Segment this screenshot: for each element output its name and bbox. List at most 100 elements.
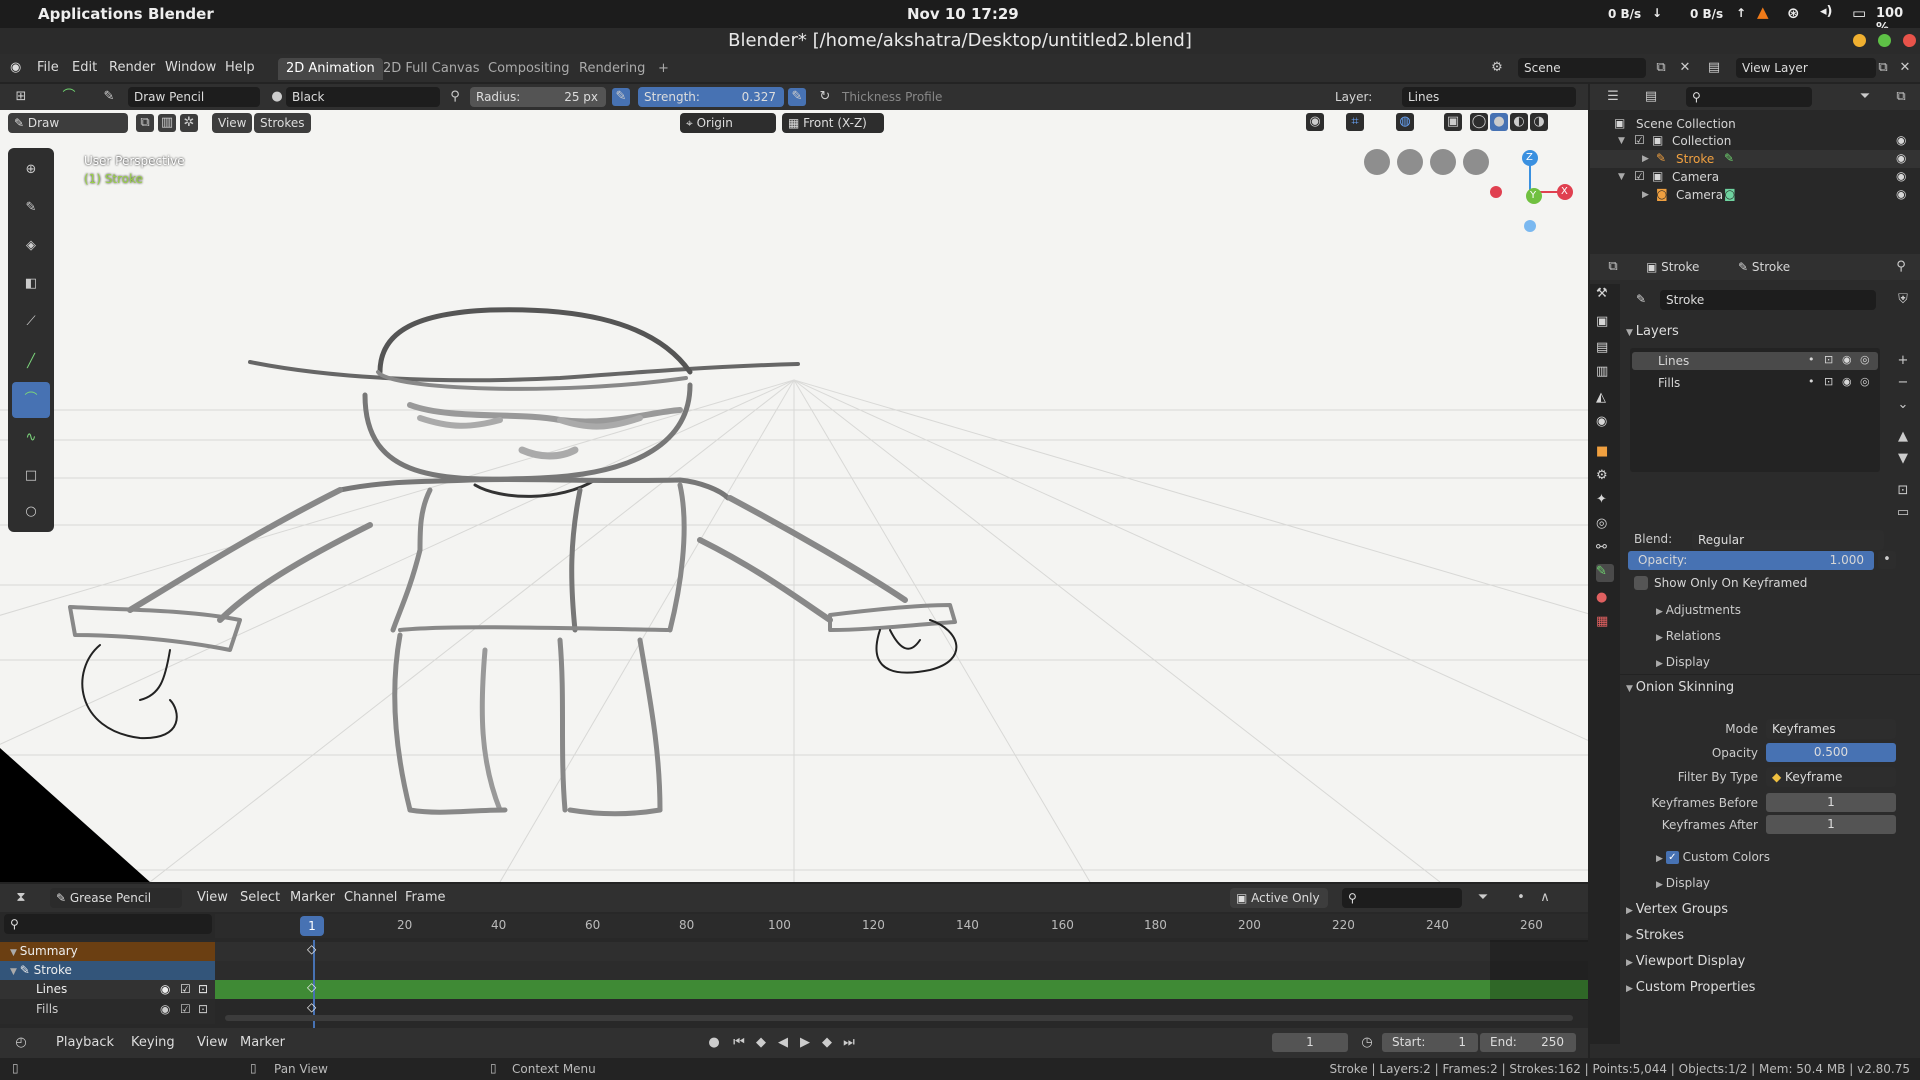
texture-tab-icon[interactable]: ▦ — [1596, 614, 1614, 632]
play-icon[interactable]: ▶ — [796, 1034, 814, 1052]
blend-select[interactable]: Regular — [1692, 530, 1884, 550]
eye-icon[interactable]: ◉ — [1896, 169, 1906, 183]
menu-help[interactable]: Help — [225, 60, 255, 75]
move-layer-down-icon[interactable]: ▼ — [1894, 450, 1912, 468]
dopesheet-menu-channel[interactable]: Channel — [344, 890, 397, 905]
expand-icon[interactable]: ▼ — [1618, 172, 1625, 182]
layer-item-lines[interactable]: Lines • ⊡ ◉ ◎ — [1632, 352, 1878, 370]
horizontal-scrollbar[interactable] — [225, 1015, 1573, 1021]
adjustments-panel[interactable]: ▶ Adjustments — [1656, 603, 1741, 617]
strength-slider[interactable]: Strength: 0.327 — [638, 87, 784, 107]
battery-icon[interactable]: ▭ — [1852, 4, 1866, 22]
keyframe-dot-icon[interactable]: • — [1878, 551, 1896, 569]
onion-skin-icon[interactable]: ◎ — [1860, 375, 1870, 388]
multiframe-icon[interactable]: ⧉ — [136, 114, 154, 132]
strokes-panel[interactable]: ▶ Strokes — [1626, 928, 1684, 943]
next-keyframe-icon[interactable]: ◆ — [818, 1034, 836, 1052]
overlays-icon[interactable]: ◍ — [1396, 113, 1414, 131]
eye-icon[interactable]: ◉ — [160, 1000, 170, 1019]
blender-logo-icon[interactable]: ◉ — [10, 60, 21, 75]
applications-menu[interactable]: Applications — [38, 5, 143, 23]
scene-field[interactable]: Scene — [1518, 58, 1646, 78]
playback-marker-menu[interactable]: Marker — [240, 1035, 285, 1050]
3d-viewport[interactable]: User Perspective (1) Stroke Z X Y — [0, 110, 1588, 882]
dopesheet-menu-view[interactable]: View — [197, 890, 228, 905]
physics-tab-icon[interactable]: ◎ — [1596, 516, 1614, 534]
minimize-button[interactable] — [1853, 34, 1866, 47]
expand-icon[interactable]: ▼ — [1618, 136, 1625, 146]
channel-fills[interactable]: Fills ◉ ☑ ⊡ — [0, 1000, 215, 1019]
view-menu[interactable]: View — [212, 113, 253, 133]
world-tab-icon[interactable]: ◉ — [1596, 414, 1614, 432]
channel-search[interactable]: ⚲ — [4, 914, 212, 934]
layer-specials-icon[interactable]: ⌄ — [1894, 396, 1912, 414]
delete-view-layer-icon[interactable]: ✕ — [1896, 59, 1914, 77]
scene-icon[interactable]: ⚙ — [1488, 59, 1506, 77]
box-tool[interactable]: □ — [12, 458, 50, 494]
jump-start-icon[interactable]: ⏮ — [730, 1034, 748, 1052]
eye-icon[interactable]: ◉ — [160, 980, 170, 999]
lock-icon[interactable]: ⊡ — [198, 980, 208, 999]
display-panel[interactable]: ▶ Display — [1656, 655, 1710, 669]
modifier-tab-icon[interactable]: ⚙ — [1596, 468, 1614, 486]
guides-icon[interactable]: ✲ — [180, 114, 198, 132]
wireframe-shading-icon[interactable]: ◯ — [1470, 113, 1488, 131]
close-button[interactable] — [1903, 34, 1916, 47]
eye-icon[interactable]: ◉ — [1896, 133, 1906, 147]
pin-icon[interactable]: ⚲ — [1892, 258, 1910, 276]
scene-tab-icon[interactable]: ◭ — [1596, 390, 1614, 408]
tab-2d-full-canvas[interactable]: 2D Full Canvas — [375, 58, 488, 80]
current-frame-field[interactable]: 1 — [1272, 1033, 1348, 1052]
layers-panel-header[interactable]: ▼ Layers — [1626, 324, 1679, 339]
render-tab-icon[interactable]: ▣ — [1596, 314, 1614, 332]
gp-data-icon[interactable]: ✎ — [1636, 292, 1646, 306]
xray-icon[interactable]: ▣ — [1444, 113, 1462, 131]
outliner-row-camera[interactable]: ▶ ◙ Camera ◙ ◉ — [1590, 186, 1920, 204]
clock[interactable]: Nov 10 17:29 — [907, 5, 1019, 23]
data-tab-icon[interactable]: ✎ — [1596, 564, 1614, 582]
view-layer-tab-icon[interactable]: ▥ — [1596, 364, 1614, 382]
checkbox-icon[interactable]: ☑ — [1634, 169, 1645, 183]
pin-icon[interactable]: ⚲ — [446, 88, 464, 106]
prev-keyframe-icon[interactable]: ◆ — [752, 1034, 770, 1052]
strokes-menu[interactable]: Strokes — [254, 113, 311, 133]
cutter-tool[interactable]: ⟋ — [12, 304, 50, 340]
expand-icon[interactable]: ▶ — [1642, 190, 1649, 200]
dopesheet-editor-icon[interactable]: ⧗ — [12, 889, 30, 907]
start-frame-field[interactable]: Start: 1 — [1382, 1033, 1478, 1052]
outliner-row-camera-collection[interactable]: ▼ ☑ ▣ Camera ◉ — [1590, 168, 1920, 186]
erase-tool[interactable]: ◧ — [12, 266, 50, 302]
lock-icon[interactable]: ⊡ — [1824, 375, 1833, 388]
dopesheet-mode-select[interactable]: ✎ Grease Pencil — [50, 888, 182, 908]
filter-by-type-select[interactable]: ◆ Keyframe — [1766, 767, 1896, 787]
playback-view-menu[interactable]: View — [197, 1035, 228, 1050]
effects-tab-icon[interactable]: ✦ — [1596, 492, 1614, 510]
constraints-tab-icon[interactable]: ⚯ — [1596, 540, 1614, 558]
origin-select[interactable]: ⌖ Origin — [680, 113, 776, 133]
line-tool[interactable]: ╱ — [12, 344, 50, 380]
camera-data-icon[interactable]: ◙ — [1724, 187, 1736, 201]
keyframes-before-field[interactable]: 1 — [1766, 793, 1896, 812]
editor-type-icon[interactable]: ⊞ — [12, 88, 30, 106]
onion-opacity-slider[interactable]: 0.500 — [1766, 743, 1896, 762]
show-keyframed-checkbox[interactable] — [1634, 576, 1648, 590]
relations-panel[interactable]: ▶ Relations — [1656, 629, 1721, 643]
tab-rendering[interactable]: Rendering — [571, 58, 653, 80]
opacity-slider[interactable]: Opacity: 1.000 — [1628, 551, 1874, 570]
onion-skin-icon[interactable]: ◎ — [1860, 353, 1870, 366]
playback-menu[interactable]: Playback — [56, 1035, 114, 1050]
layer-item-fills[interactable]: Fills • ⊡ ◉ ◎ — [1632, 374, 1878, 392]
layer-view-icon[interactable]: ▭ — [1894, 504, 1912, 522]
play-reverse-icon[interactable]: ◀ — [774, 1034, 792, 1052]
keyframe-icon[interactable]: ◇ — [307, 1000, 316, 1014]
rendered-shading-icon[interactable]: ◑ — [1530, 113, 1548, 131]
checkbox-icon[interactable]: ☑ — [1634, 133, 1645, 147]
vertex-groups-panel[interactable]: ▶ Vertex Groups — [1626, 902, 1728, 917]
eye-icon[interactable]: ◉ — [1842, 375, 1852, 388]
clock-icon[interactable]: ◷ — [1358, 1034, 1376, 1052]
volume-icon[interactable]: ◂) — [1820, 4, 1832, 19]
outliner-filter-icon[interactable]: ⏷ — [1856, 88, 1874, 106]
onion-display-panel[interactable]: ▶ Display — [1656, 876, 1710, 890]
new-scene-icon[interactable]: ⧉ — [1652, 59, 1670, 77]
solid-shading-icon[interactable]: ● — [1490, 113, 1508, 131]
